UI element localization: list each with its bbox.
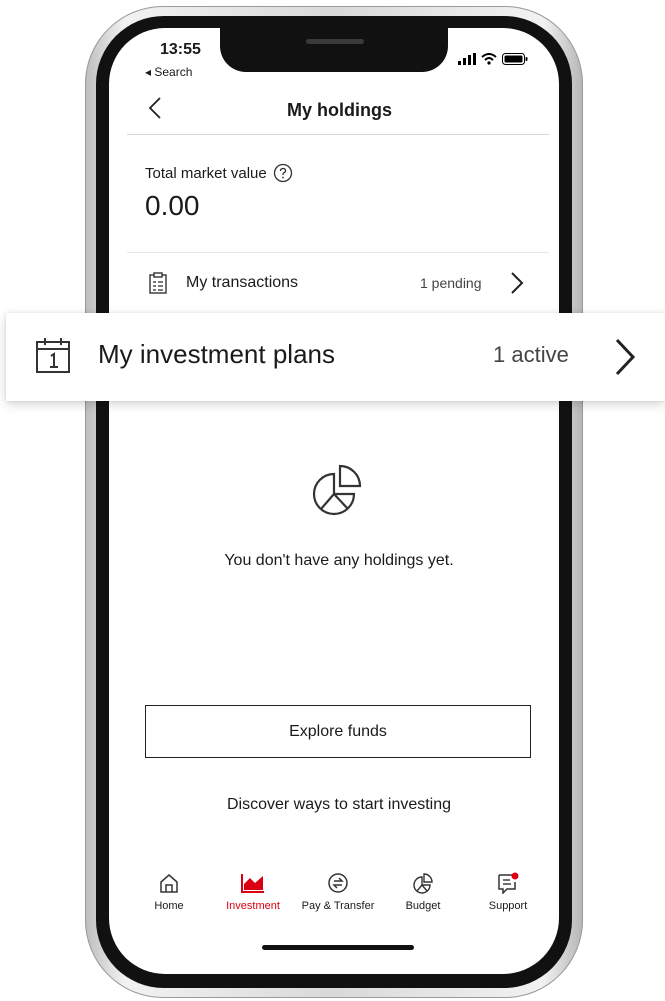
speaker bbox=[306, 39, 364, 44]
chat-icon bbox=[498, 872, 519, 894]
wifi-icon bbox=[481, 53, 497, 65]
help-icon[interactable] bbox=[273, 163, 293, 183]
signal-icon bbox=[458, 53, 476, 65]
total-market-value-text: Total market value bbox=[145, 164, 267, 182]
tab-pay-transfer-label: Pay & Transfer bbox=[301, 900, 375, 912]
back-to-app-link[interactable]: ◂ Search bbox=[145, 65, 192, 79]
chevron-right-icon[interactable] bbox=[613, 337, 637, 382]
transfer-icon bbox=[328, 873, 348, 893]
home-indicator[interactable] bbox=[262, 945, 414, 950]
my-transactions-label[interactable]: My transactions bbox=[186, 274, 298, 292]
status-icons bbox=[458, 53, 528, 65]
tab-support[interactable]: Support bbox=[463, 872, 553, 912]
home-icon bbox=[160, 874, 178, 893]
tab-support-label: Support bbox=[488, 900, 528, 912]
tab-budget[interactable]: Budget bbox=[378, 872, 468, 912]
tab-investment[interactable]: Investment bbox=[208, 872, 298, 912]
calendar-icon bbox=[35, 336, 73, 381]
chevron-right-icon[interactable] bbox=[510, 271, 524, 300]
discover-investing-link[interactable]: Discover ways to start investing bbox=[0, 796, 665, 814]
total-market-value: 0.00 bbox=[145, 190, 200, 221]
status-time: 13:55 bbox=[160, 41, 201, 58]
explore-funds-button[interactable]: Explore funds bbox=[145, 705, 531, 758]
empty-holdings-message: You don't have any holdings yet. bbox=[224, 552, 454, 569]
tab-investment-label: Investment bbox=[226, 900, 280, 912]
tab-home-label: Home bbox=[154, 900, 184, 912]
investment-plans-status: 1 active bbox=[493, 342, 569, 367]
transactions-status: 1 pending bbox=[420, 275, 482, 291]
total-market-value-label: Total market value bbox=[145, 163, 293, 183]
investment-chart-icon bbox=[241, 874, 264, 893]
tab-home[interactable]: Home bbox=[124, 872, 214, 912]
battery-icon bbox=[502, 53, 528, 65]
divider bbox=[127, 252, 549, 253]
page-title: My holdings bbox=[287, 100, 392, 120]
tab-pay-transfer[interactable]: Pay & Transfer bbox=[293, 872, 383, 912]
pie-chart-icon bbox=[413, 873, 433, 894]
investment-plans-row[interactable]: My investment plans 1 active bbox=[6, 313, 665, 401]
clipboard-icon bbox=[147, 272, 169, 299]
my-investment-plans-label[interactable]: My investment plans bbox=[98, 339, 335, 370]
bottom-tab-bar: Home Investment Pay & Transfer Budget Su… bbox=[127, 872, 549, 928]
pie-chart-icon bbox=[308, 462, 364, 525]
tab-budget-label: Budget bbox=[405, 900, 441, 912]
notch bbox=[220, 28, 448, 72]
